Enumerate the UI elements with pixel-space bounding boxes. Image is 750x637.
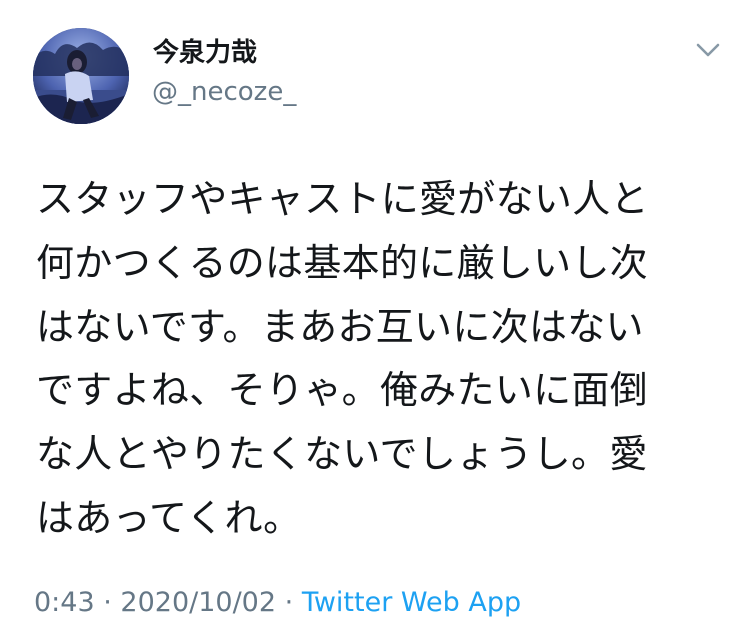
author-display-name[interactable]: 今泉力哉 — [153, 38, 257, 68]
tweet-text-line: 何かつくるのは基本的に厳しいし次 — [36, 240, 649, 285]
avatar[interactable] — [33, 28, 129, 124]
tweet-text-line: ですよね、そりゃ。俺みたいに面倒 — [36, 368, 649, 413]
tweet-text-line: スタッフやキャストに愛がない人と — [36, 177, 649, 221]
avatar-photo — [33, 28, 129, 124]
tweet-time[interactable]: 0:43 — [34, 587, 95, 618]
tweet-text-line: はないです。まあお互いに次はない — [36, 304, 644, 349]
tweet-text-line: はあってくれ。 — [36, 495, 302, 540]
tweet-metadata: 0:43 · 2020/10/02 · Twitter Web App — [34, 585, 521, 621]
meta-separator: · — [284, 587, 294, 618]
tweet-text: スタッフやキャストに愛がない人と 何かつくるのは基本的に厳しいし次 はないです。… — [36, 168, 716, 551]
meta-separator: · — [103, 587, 112, 618]
tweet-card: 今泉力哉 @_necoze_ スタッフやキャストに愛がない人と 何かつくるのは基… — [0, 0, 750, 637]
tweet-source-link[interactable]: Twitter Web App — [302, 587, 521, 618]
tweet-date[interactable]: 2020/10/02 — [120, 587, 276, 618]
tweet-text-line: な人とやりたくないでしょうし。愛 — [36, 432, 648, 477]
author-handle[interactable]: @_necoze_ — [152, 77, 296, 107]
chevron-down-icon[interactable] — [694, 40, 722, 60]
